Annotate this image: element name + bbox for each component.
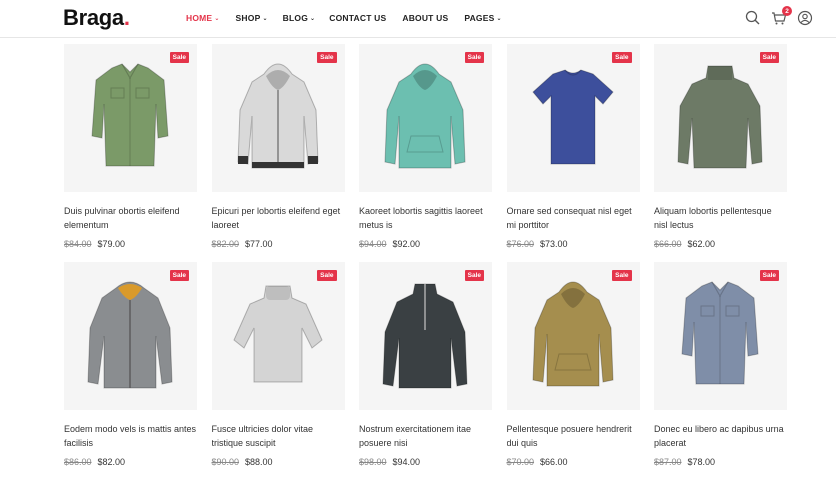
nav-item-contact-us[interactable]: CONTACT US <box>329 13 386 23</box>
product-card[interactable]: Sale Epicuri per lobortis eleifend eget l… <box>211 44 345 262</box>
old-price: $98.00 <box>359 457 387 467</box>
sale-badge: Sale <box>317 270 337 281</box>
nav-item-label: HOME <box>186 13 213 23</box>
product-card[interactable]: Sale Ornare sed consequat nisl eget mi po… <box>506 44 640 262</box>
product-prices: $94.00 $92.00 <box>359 239 492 249</box>
sale-price: $77.00 <box>245 239 273 249</box>
sale-badge: Sale <box>759 270 779 281</box>
product-card[interactable]: Sale Donec eu libero ac dapibus urna plac… <box>654 262 787 480</box>
product-card[interactable]: Sale Eodem modo vels is mattis antes faci… <box>64 262 197 480</box>
logo[interactable]: Braga. <box>63 5 130 31</box>
product-image[interactable]: Sale <box>64 44 197 192</box>
sale-badge: Sale <box>464 270 484 281</box>
nav-item-label: ABOUT US <box>402 13 449 23</box>
old-price: $82.00 <box>211 239 240 249</box>
sale-badge: Sale <box>464 52 484 63</box>
sale-price: $73.00 <box>540 239 568 249</box>
old-price: $86.00 <box>64 457 92 467</box>
sale-price: $79.00 <box>97 239 126 249</box>
product-title[interactable]: Kaoreet lobortis sagittis laoreet metus … <box>359 204 492 232</box>
product-image[interactable]: Sale <box>64 262 197 410</box>
cart-icon[interactable]: 2 <box>770 6 792 27</box>
cart-count-badge: 2 <box>782 6 792 16</box>
product-prices: $90.00 $88.00 <box>212 457 345 467</box>
nav-item-blog[interactable]: BLOG ⌄ <box>283 13 316 23</box>
chevron-down-icon: ⌄ <box>262 15 268 22</box>
sale-price: $82.00 <box>97 457 126 467</box>
nav-item-home[interactable]: HOME ⌄ <box>186 13 220 23</box>
sale-badge: Sale <box>169 52 189 63</box>
product-image[interactable]: Sale <box>506 44 640 192</box>
product-card[interactable]: Sale Duis pulvinar obortis eleifend eleme… <box>64 44 197 262</box>
product-title[interactable]: Epicuri per lobortis eleifend eget laore… <box>212 204 345 232</box>
sale-badge: Sale <box>612 270 632 281</box>
sale-price: $88.00 <box>245 457 273 467</box>
product-prices: $98.00 $94.00 <box>359 457 492 467</box>
sale-price: $66.00 <box>540 457 568 467</box>
chevron-down-icon: ⌄ <box>214 15 220 22</box>
product-prices: $66.00 $62.00 <box>654 239 787 249</box>
product-title[interactable]: Pellentesque posuere hendrerit dui quis <box>507 422 640 450</box>
product-prices: $87.00 $78.00 <box>654 457 787 467</box>
old-price: $76.00 <box>506 239 535 249</box>
chevron-down-icon: ⌄ <box>310 15 316 22</box>
product-grid: Sale Duis pulvinar obortis eleifend eleme… <box>64 44 787 480</box>
nav-item-label: CONTACT US <box>329 13 387 23</box>
product-prices: $84.00 $79.00 <box>64 239 197 249</box>
nav-item-label: BLOG <box>282 13 309 23</box>
old-price: $87.00 <box>654 457 682 467</box>
product-card[interactable]: Sale Nostrum exercitationem itae posuere … <box>359 262 492 480</box>
old-price: $94.00 <box>359 239 387 249</box>
product-prices: $70.00 $66.00 <box>507 457 640 467</box>
site-header: Braga. HOME ⌄ SHOP ⌄ BLOG ⌄ CONTACT US ABOUT US… <box>0 0 836 38</box>
sale-price: $94.00 <box>392 457 421 467</box>
sale-badge: Sale <box>759 52 779 63</box>
product-image[interactable]: Sale <box>211 44 345 192</box>
product-card[interactable]: Sale Kaoreet lobortis sagittis laoreet me… <box>359 44 492 262</box>
sale-badge: Sale <box>317 52 337 63</box>
product-title[interactable]: Ornare sed consequat nisl eget mi portti… <box>507 204 640 232</box>
nav-item-about-us[interactable]: ABOUT US <box>402 13 448 23</box>
product-title[interactable]: Fusce ultricies dolor vitae tristique su… <box>212 422 345 450</box>
product-title[interactable]: Eodem modo vels is mattis antes facilisi… <box>64 422 197 450</box>
product-prices: $76.00 $73.00 <box>507 239 640 249</box>
product-image[interactable]: Sale <box>506 262 640 410</box>
sale-price: $78.00 <box>687 457 716 467</box>
nav-item-shop[interactable]: SHOP ⌄ <box>236 13 268 23</box>
old-price: $66.00 <box>654 239 682 249</box>
product-image[interactable]: Sale <box>211 262 345 410</box>
product-card[interactable]: Sale Aliquam lobortis pellentesque nisl l… <box>654 44 787 262</box>
logo-dot: . <box>123 5 130 30</box>
user-icon[interactable] <box>796 9 814 27</box>
old-price: $84.00 <box>64 239 92 249</box>
sale-badge: Sale <box>612 52 632 63</box>
product-image[interactable]: Sale <box>654 262 787 410</box>
nav-item-pages[interactable]: PAGES ⌄ <box>464 13 501 23</box>
sale-price: $62.00 <box>687 239 716 249</box>
product-card[interactable]: Sale Pellentesque posuere hendrerit dui q… <box>506 262 640 480</box>
product-title[interactable]: Nostrum exercitationem itae posuere nisi <box>359 422 492 450</box>
product-title[interactable]: Donec eu libero ac dapibus urna placerat <box>654 422 787 450</box>
old-price: $70.00 <box>506 457 535 467</box>
product-title[interactable]: Duis pulvinar obortis eleifend elementum <box>64 204 197 232</box>
old-price: $90.00 <box>211 457 240 467</box>
logo-text: Braga <box>63 5 124 30</box>
search-icon[interactable] <box>744 9 762 27</box>
main-nav: HOME ⌄ SHOP ⌄ BLOG ⌄ CONTACT US ABOUT US PAGES ⌄ <box>186 13 518 23</box>
product-image[interactable]: Sale <box>359 44 492 192</box>
sale-price: $92.00 <box>392 239 421 249</box>
product-title[interactable]: Aliquam lobortis pellentesque nisl lectu… <box>654 204 787 232</box>
nav-item-label: PAGES <box>464 13 495 23</box>
product-image[interactable]: Sale <box>359 262 492 410</box>
product-prices: $82.00 $77.00 <box>212 239 345 249</box>
nav-item-label: SHOP <box>235 13 261 23</box>
product-image[interactable]: Sale <box>654 44 787 192</box>
header-icons: 2 <box>736 6 814 27</box>
product-prices: $86.00 $82.00 <box>64 457 197 467</box>
chevron-down-icon: ⌄ <box>496 15 502 22</box>
product-card[interactable]: Sale Fusce ultricies dolor vitae tristiqu… <box>211 262 345 480</box>
sale-badge: Sale <box>169 270 189 281</box>
